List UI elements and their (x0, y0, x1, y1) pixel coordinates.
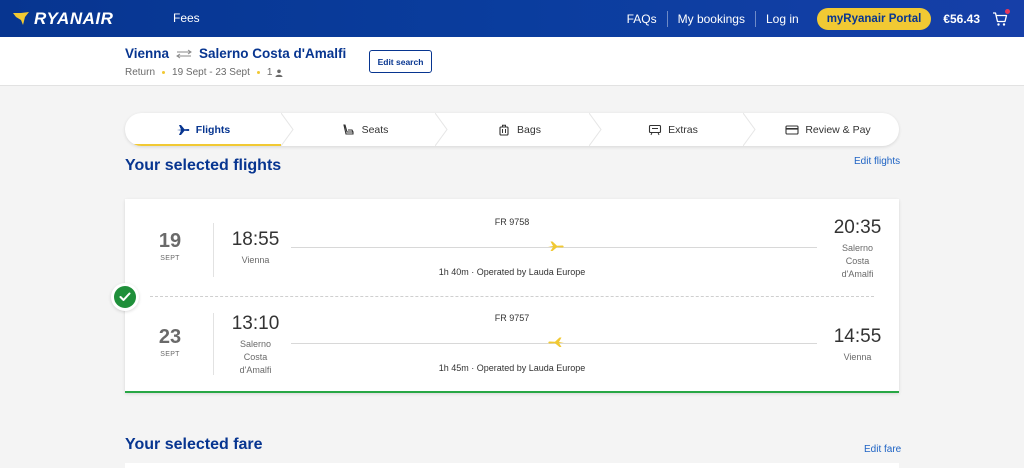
cart-notification-dot (1005, 8, 1010, 14)
selected-flights-title: Your selected flights (125, 157, 282, 174)
top-nav: RYANAIR Fees FAQs My bookings Log in myR… (0, 0, 1024, 37)
departure-time: 18:55 (231, 229, 280, 250)
flight-month: SEPT (160, 351, 180, 358)
flight-duration-operator: 1h 40m · Operated by Lauda Europe (438, 267, 586, 277)
nav-faqs-link[interactable]: FAQs (617, 12, 667, 26)
step-label: Flights (195, 123, 231, 136)
trip-route: Vienna Salerno Costa d'Amalfi (125, 46, 346, 61)
booking-stepper: Flights Seats Bags Extras Review & Pay (125, 113, 899, 146)
step-chevron (743, 113, 756, 146)
flight-number: FR 9757 (494, 313, 530, 323)
step-label: Seats (361, 123, 389, 136)
step-extras[interactable]: Extras (603, 113, 743, 146)
flight-leg-outbound: 19 SEPT 18:55 Vienna FR 9758 1h 40m · Op… (125, 211, 899, 295)
arrival: 14:55 Vienna (830, 326, 885, 364)
step-chevron (589, 113, 602, 146)
flight-leg-return: 23 SEPT 13:10 Salerno Costa d'Amalfi FR … (125, 307, 899, 391)
nav-login-link[interactable]: Log in (756, 12, 809, 26)
step-bags[interactable]: Bags (449, 113, 589, 146)
ryanair-logo[interactable]: RYANAIR (12, 9, 113, 29)
nav-right: FAQs My bookings Log in myRyanair Portal… (617, 0, 1010, 37)
trip-dates: 19 Sept - 23 Sept (172, 67, 250, 78)
harp-logo-icon (13, 12, 29, 25)
extras-icon (649, 124, 662, 135)
person-icon (275, 69, 283, 77)
seat-icon (342, 123, 354, 135)
cart-icon[interactable] (992, 8, 1010, 27)
flights-selected-check (111, 283, 139, 311)
card-icon (785, 124, 799, 135)
trip-meta: Return 19 Sept - 23 Sept 1 (125, 67, 283, 78)
myryanair-portal-button[interactable]: myRyanair Portal (816, 7, 932, 30)
trip-type: Return (125, 67, 156, 78)
step-seats[interactable]: Seats (295, 113, 435, 146)
flight-date: 23 SEPT (145, 326, 195, 358)
flight-month: SEPT (160, 255, 180, 262)
arrival-city: Vienna (843, 352, 872, 362)
fare-card (125, 463, 899, 468)
passenger-count: 1 (266, 67, 273, 78)
step-label: Review & Pay (805, 123, 871, 136)
nav-my-bookings-link[interactable]: My bookings (668, 12, 755, 26)
flight-date: 19 SEPT (145, 230, 195, 262)
nav-fees-link[interactable]: Fees (173, 11, 200, 25)
step-chevron (281, 113, 294, 146)
plane-icon (548, 241, 564, 251)
arrival-time: 14:55 (833, 326, 882, 347)
trip-summary-header: Vienna Salerno Costa d'Amalfi Return 19 … (0, 37, 1024, 86)
edit-fare-link[interactable]: Edit fare (864, 444, 901, 455)
step-label: Extras (668, 123, 698, 136)
arrival-time: 20:35 (833, 217, 882, 238)
flight-duration-operator: 1h 45m · Operated by Lauda Europe (438, 363, 586, 373)
step-review-pay[interactable]: Review & Pay (757, 113, 899, 146)
arrival-city: Salerno Costa d'Amalfi (841, 243, 874, 279)
bag-icon (499, 124, 509, 136)
route-origin: Vienna (125, 46, 170, 61)
flights-card: 19 SEPT 18:55 Vienna FR 9758 1h 40m · Op… (125, 199, 899, 393)
plane-icon (548, 337, 564, 347)
edit-search-button[interactable]: Edit search (369, 50, 432, 73)
arrival: 20:35 Salerno Costa d'Amalfi (830, 217, 885, 281)
departure-city: Vienna (241, 255, 270, 265)
checkmark-icon (114, 286, 136, 308)
route-destination: Salerno Costa d'Amalfi (199, 46, 347, 61)
plane-icon (176, 124, 190, 135)
legs-divider (150, 296, 874, 297)
flight-number: FR 9758 (494, 217, 530, 227)
edit-flights-link[interactable]: Edit flights (854, 156, 900, 167)
logo-text: RYANAIR (34, 9, 114, 28)
step-chevron (435, 113, 448, 146)
meta-dot (256, 71, 260, 74)
step-label: Bags (517, 123, 541, 136)
meta-dot (162, 71, 166, 74)
step-flights[interactable]: Flights (125, 113, 281, 146)
round-trip-icon (176, 49, 192, 58)
flight-day: 23 (158, 326, 182, 348)
selected-fare-title: Your selected fare (125, 436, 263, 453)
departure: 18:55 Vienna (228, 229, 283, 267)
basket-price[interactable]: €56.43 (943, 12, 980, 26)
flight-day: 19 (158, 230, 182, 252)
active-step-indicator (125, 144, 281, 146)
